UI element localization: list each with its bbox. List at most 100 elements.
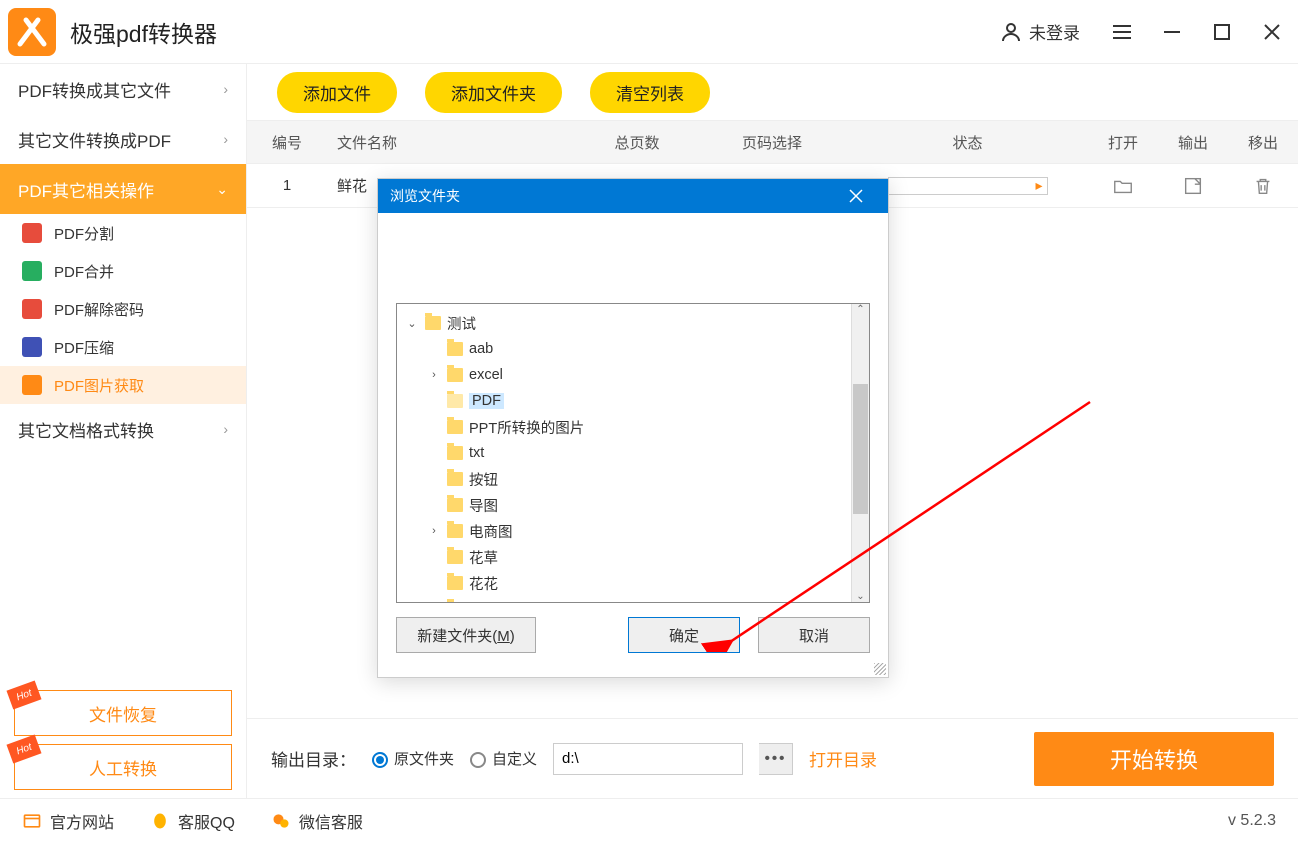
output-path-input[interactable]: [553, 743, 743, 775]
tree-label: 花花: [469, 573, 498, 594]
promo-file-recovery[interactable]: Hot 文件恢复: [14, 690, 232, 736]
login-button[interactable]: 未登录: [991, 15, 1088, 48]
tree-node[interactable]: ⌄测试: [401, 310, 847, 336]
tree-label: 按钮: [469, 469, 498, 490]
ok-button[interactable]: 确定: [628, 617, 740, 653]
folder-icon: [447, 342, 463, 356]
tree-node[interactable]: 花花: [401, 570, 847, 596]
sub-label: PDF图片获取: [54, 375, 144, 396]
progress-bar[interactable]: [888, 177, 1048, 195]
tree-label: 电商图: [469, 521, 513, 542]
tree-node[interactable]: aab: [401, 336, 847, 362]
sidebar-group-label: PDF其它相关操作: [18, 177, 154, 202]
sub-icon: [22, 375, 42, 395]
tree-node[interactable]: PPT所转换的图片: [401, 414, 847, 440]
sidebar-group-pdf-to-other[interactable]: PDF转换成其它文件›: [0, 64, 246, 114]
tree-label: excel: [469, 367, 503, 383]
col-range: 页码选择: [697, 132, 847, 153]
sidebar-group-label: 其它文件转换成PDF: [18, 127, 171, 152]
new-folder-button[interactable]: 新建文件夹(M): [396, 617, 536, 653]
promo-manual-convert[interactable]: Hot 人工转换: [14, 744, 232, 790]
minimize-icon[interactable]: [1156, 16, 1188, 48]
tree-label: PPT所转换的图片: [469, 417, 584, 438]
sidebar-group-label: 其它文档格式转换: [18, 417, 154, 442]
sidebar-item-0[interactable]: PDF分割: [0, 214, 246, 252]
folder-icon: [425, 316, 441, 330]
cancel-button[interactable]: 取消: [758, 617, 870, 653]
tree-node[interactable]: 导图: [401, 492, 847, 518]
sub-label: PDF压缩: [54, 337, 114, 358]
resize-handle-icon[interactable]: [874, 663, 886, 675]
col-status: 状态: [847, 132, 1088, 153]
menu-icon[interactable]: [1106, 16, 1138, 48]
dialog-titlebar: 浏览文件夹: [378, 179, 888, 213]
version-label: v 5.2.3: [1228, 812, 1276, 830]
radio-custom[interactable]: 自定义: [470, 748, 537, 769]
tree-node[interactable]: 按钮: [401, 466, 847, 492]
browse-button[interactable]: •••: [759, 743, 793, 775]
qq-support-link[interactable]: 客服QQ: [150, 809, 235, 833]
tree-label: 视频: [469, 599, 498, 603]
hot-badge: Hot: [6, 734, 41, 763]
close-icon[interactable]: [1256, 16, 1288, 48]
maximize-icon[interactable]: [1206, 16, 1238, 48]
wechat-support-link[interactable]: 微信客服: [271, 809, 363, 833]
scrollbar-thumb[interactable]: [853, 384, 868, 514]
folder-icon: [447, 420, 463, 434]
browse-folder-dialog: 浏览文件夹 ⌄测试aab›excel PDF PPT所转换的图片 txt 按钮导图›电商…: [377, 178, 889, 678]
folder-icon: [447, 524, 463, 538]
tree-node[interactable]: ›excel: [401, 362, 847, 388]
sidebar-group-other-to-pdf[interactable]: 其它文件转换成PDF ›: [0, 114, 246, 164]
scrollbar[interactable]: [851, 304, 869, 602]
tree-label: txt: [469, 445, 484, 461]
output-icon[interactable]: [1158, 175, 1228, 197]
folder-icon: [447, 446, 463, 460]
dialog-title: 浏览文件夹: [390, 186, 460, 206]
sidebar-item-4[interactable]: PDF图片获取: [0, 366, 246, 404]
chevron-right-icon: ›: [223, 81, 228, 97]
titlebar: 极强pdf转换器 未登录: [0, 0, 1298, 64]
trash-icon[interactable]: [1228, 175, 1298, 197]
add-file-button[interactable]: 添加文件: [277, 72, 397, 113]
tree-node[interactable]: txt: [401, 440, 847, 466]
sub-icon: [22, 299, 42, 319]
sub-icon: [22, 337, 42, 357]
sidebar-group-other-formats[interactable]: 其它文档格式转换›: [0, 404, 246, 454]
radio-original[interactable]: 原文件夹: [372, 748, 454, 769]
start-convert-button[interactable]: 开始转换: [1034, 732, 1274, 786]
open-folder-icon[interactable]: [1088, 175, 1158, 197]
tree-label: 导图: [469, 495, 498, 516]
output-bar: 输出目录： 原文件夹 自定义 ••• 打开目录 开始转换: [247, 718, 1298, 798]
official-site-link[interactable]: 官方网站: [22, 809, 114, 833]
sidebar-item-3[interactable]: PDF压缩: [0, 328, 246, 366]
sidebar-item-2[interactable]: PDF解除密码: [0, 290, 246, 328]
sub-label: PDF分割: [54, 223, 114, 244]
open-dir-link[interactable]: 打开目录: [809, 746, 877, 771]
col-num: 编号: [247, 132, 327, 153]
row-num: 1: [247, 177, 327, 194]
folder-icon: [447, 368, 463, 382]
dialog-close-icon[interactable]: [836, 179, 876, 213]
folder-tree: ⌄测试aab›excel PDF PPT所转换的图片 txt 按钮导图›电商图花草花花视…: [396, 303, 870, 603]
table-header: 编号 文件名称 总页数 页码选择 状态 打开 输出 移出: [247, 120, 1298, 164]
tree-node[interactable]: ›电商图: [401, 518, 847, 544]
sub-icon: [22, 261, 42, 281]
tree-node[interactable]: 花草: [401, 544, 847, 570]
output-dir-label: 输出目录：: [271, 746, 356, 771]
tree-label: PDF: [469, 393, 504, 409]
sidebar-item-1[interactable]: PDF合并: [0, 252, 246, 290]
col-remove: 移出: [1228, 132, 1298, 153]
folder-icon: [447, 472, 463, 486]
add-folder-button[interactable]: 添加文件夹: [425, 72, 562, 113]
tree-label: 花草: [469, 547, 498, 568]
tree-node[interactable]: PDF: [401, 388, 847, 414]
toolbar: 添加文件 添加文件夹 清空列表: [247, 64, 1298, 120]
tree-node[interactable]: 视频: [401, 596, 847, 602]
promo-label: 文件恢复: [89, 701, 157, 726]
sub-label: PDF解除密码: [54, 299, 144, 320]
chevron-right-icon: ›: [223, 131, 228, 147]
app-logo: [8, 8, 56, 56]
tree-label: 测试: [447, 313, 476, 334]
sidebar-group-pdf-ops[interactable]: PDF其它相关操作⌄: [0, 164, 246, 214]
clear-list-button[interactable]: 清空列表: [590, 72, 710, 113]
